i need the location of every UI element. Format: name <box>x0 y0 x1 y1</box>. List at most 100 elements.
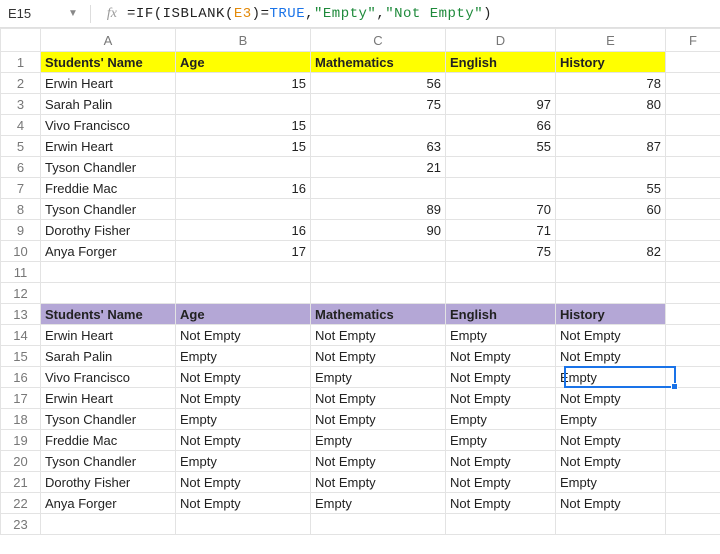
cell[interactable]: Empty <box>556 409 666 430</box>
cell[interactable] <box>666 451 720 472</box>
cell[interactable]: Anya Forger <box>41 493 176 514</box>
col-header-E[interactable]: E <box>556 29 666 52</box>
cell[interactable]: Not Empty <box>556 493 666 514</box>
cell[interactable]: Freddie Mac <box>41 178 176 199</box>
row-header-11[interactable]: 11 <box>1 262 41 283</box>
col-header-B[interactable]: B <box>176 29 311 52</box>
cell[interactable]: Not Empty <box>556 430 666 451</box>
cell[interactable]: 56 <box>311 73 446 94</box>
row-header-12[interactable]: 12 <box>1 283 41 304</box>
cell[interactable] <box>666 220 720 241</box>
cell[interactable]: 70 <box>446 199 556 220</box>
cell[interactable]: Not Empty <box>176 325 311 346</box>
cell[interactable] <box>446 514 556 535</box>
header-cell[interactable]: Age <box>176 52 311 73</box>
row-header-6[interactable]: 6 <box>1 157 41 178</box>
cell[interactable]: Not Empty <box>556 451 666 472</box>
cell[interactable] <box>311 115 446 136</box>
cell[interactable]: Not Empty <box>446 367 556 388</box>
cell[interactable]: Erwin Heart <box>41 388 176 409</box>
row-header-16[interactable]: 16 <box>1 367 41 388</box>
row-header-19[interactable]: 19 <box>1 430 41 451</box>
row-header-21[interactable]: 21 <box>1 472 41 493</box>
header-cell[interactable]: Students' Name <box>41 52 176 73</box>
cell[interactable]: Not Empty <box>311 409 446 430</box>
cell[interactable] <box>41 514 176 535</box>
cell[interactable]: 66 <box>446 115 556 136</box>
cell[interactable] <box>666 493 720 514</box>
cell[interactable]: Empty <box>311 367 446 388</box>
cell[interactable]: Empty <box>446 430 556 451</box>
cell[interactable]: Empty <box>556 472 666 493</box>
cell[interactable]: 89 <box>311 199 446 220</box>
cell[interactable]: Empty <box>556 367 666 388</box>
cell[interactable] <box>666 262 720 283</box>
cell[interactable] <box>176 262 311 283</box>
cell[interactable]: Anya Forger <box>41 241 176 262</box>
header-cell[interactable]: History <box>556 52 666 73</box>
row-header-18[interactable]: 18 <box>1 409 41 430</box>
row-header-10[interactable]: 10 <box>1 241 41 262</box>
row-header-15[interactable]: 15 <box>1 346 41 367</box>
cell[interactable]: Not Empty <box>446 493 556 514</box>
cell[interactable]: Not Empty <box>556 325 666 346</box>
cell[interactable] <box>666 388 720 409</box>
row-header-23[interactable]: 23 <box>1 514 41 535</box>
cell[interactable] <box>666 409 720 430</box>
cell[interactable]: Tyson Chandler <box>41 409 176 430</box>
cell[interactable] <box>556 220 666 241</box>
cell[interactable]: 63 <box>311 136 446 157</box>
cell[interactable] <box>666 136 720 157</box>
cell[interactable] <box>176 514 311 535</box>
row-header-9[interactable]: 9 <box>1 220 41 241</box>
header-cell[interactable]: Mathematics <box>311 304 446 325</box>
cell[interactable] <box>556 514 666 535</box>
cell[interactable] <box>41 283 176 304</box>
cell[interactable] <box>446 262 556 283</box>
cell[interactable] <box>311 514 446 535</box>
cell[interactable]: Not Empty <box>446 388 556 409</box>
cell[interactable] <box>666 514 720 535</box>
cell[interactable]: Erwin Heart <box>41 325 176 346</box>
cell[interactable] <box>666 367 720 388</box>
cell[interactable]: 55 <box>556 178 666 199</box>
cell[interactable] <box>311 262 446 283</box>
cell[interactable] <box>666 283 720 304</box>
cell[interactable] <box>666 472 720 493</box>
header-cell[interactable]: Mathematics <box>311 52 446 73</box>
cell[interactable] <box>666 304 720 325</box>
cell[interactable] <box>176 283 311 304</box>
cell[interactable] <box>311 283 446 304</box>
cell[interactable]: Not Empty <box>311 325 446 346</box>
formula-input[interactable]: =IF(ISBLANK(E3)=TRUE,"Empty","Not Empty"… <box>127 6 492 22</box>
cell[interactable] <box>311 178 446 199</box>
cell[interactable]: Not Empty <box>311 472 446 493</box>
cell[interactable]: 15 <box>176 136 311 157</box>
cell[interactable]: Tyson Chandler <box>41 199 176 220</box>
cell[interactable]: 21 <box>311 157 446 178</box>
cell[interactable]: Vivo Francisco <box>41 115 176 136</box>
cell[interactable]: 80 <box>556 94 666 115</box>
cell[interactable]: Tyson Chandler <box>41 157 176 178</box>
cell[interactable]: Empty <box>176 451 311 472</box>
cell[interactable]: Erwin Heart <box>41 136 176 157</box>
cell[interactable]: 78 <box>556 73 666 94</box>
cell[interactable] <box>41 262 176 283</box>
row-header-22[interactable]: 22 <box>1 493 41 514</box>
row-header-1[interactable]: 1 <box>1 52 41 73</box>
cell[interactable]: Empty <box>176 409 311 430</box>
cell[interactable]: Not Empty <box>556 388 666 409</box>
cell[interactable]: 75 <box>446 241 556 262</box>
cell[interactable] <box>666 241 720 262</box>
header-cell[interactable]: Students' Name <box>41 304 176 325</box>
cell[interactable]: Freddie Mac <box>41 430 176 451</box>
cell[interactable] <box>556 262 666 283</box>
row-header-8[interactable]: 8 <box>1 199 41 220</box>
cell[interactable]: 16 <box>176 220 311 241</box>
cell[interactable] <box>311 241 446 262</box>
cell[interactable]: Erwin Heart <box>41 73 176 94</box>
cell[interactable] <box>556 157 666 178</box>
cell[interactable]: 16 <box>176 178 311 199</box>
cell[interactable]: Not Empty <box>176 430 311 451</box>
cell[interactable]: Not Empty <box>446 472 556 493</box>
